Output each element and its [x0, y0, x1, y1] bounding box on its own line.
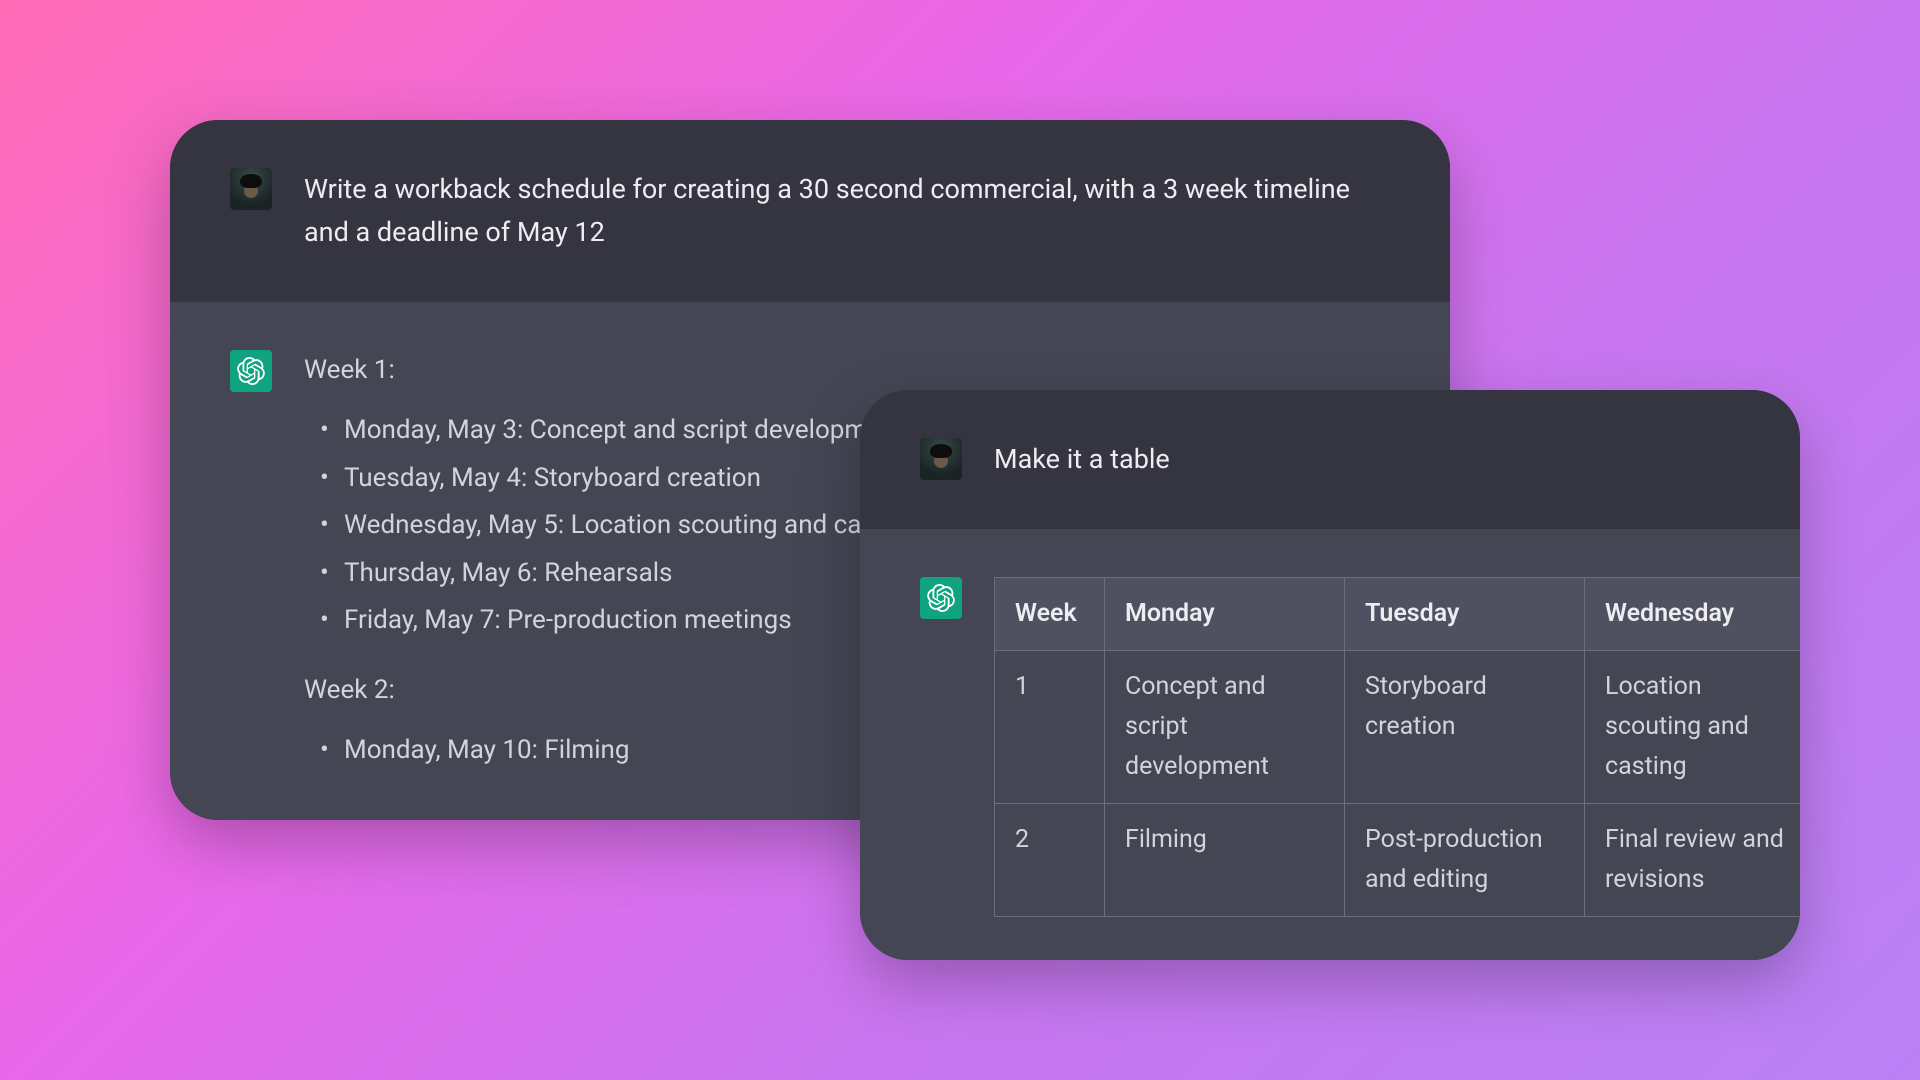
user-message-text: Write a workback schedule for creating a… — [304, 168, 1390, 254]
cell-week: 1 — [995, 651, 1105, 804]
cell-week: 2 — [995, 804, 1105, 917]
table-row: 1 Concept and script development Storybo… — [995, 651, 1801, 804]
user-message-block: Make it a table — [860, 390, 1800, 529]
cell-tuesday: Storyboard creation — [1345, 651, 1585, 804]
cell-wednesday: Final review and revisions — [1585, 804, 1801, 917]
cell-monday: Filming — [1105, 804, 1345, 917]
chat-card-2: Make it a table Week Monday Tuesday Wedn… — [860, 390, 1800, 960]
week-1-title: Week 1: — [304, 350, 1390, 392]
table-header-monday: Monday — [1105, 578, 1345, 651]
user-avatar — [920, 438, 962, 480]
table-header-row: Week Monday Tuesday Wednesday — [995, 578, 1801, 651]
assistant-message-block: Week Monday Tuesday Wednesday 1 Concept … — [860, 529, 1800, 960]
cell-wednesday: Location scouting and casting — [1585, 651, 1801, 804]
assistant-avatar — [920, 577, 962, 619]
cell-tuesday: Post-production and editing — [1345, 804, 1585, 917]
table-header-wednesday: Wednesday — [1585, 578, 1801, 651]
table-row: 2 Filming Post-production and editing Fi… — [995, 804, 1801, 917]
user-avatar — [230, 168, 272, 210]
cell-monday: Concept and script development — [1105, 651, 1345, 804]
schedule-table: Week Monday Tuesday Wednesday 1 Concept … — [994, 577, 1800, 917]
table-header-tuesday: Tuesday — [1345, 578, 1585, 651]
user-message-text: Make it a table — [994, 438, 1740, 481]
assistant-message-text: Week Monday Tuesday Wednesday 1 Concept … — [994, 577, 1740, 917]
user-message-block: Write a workback schedule for creating a… — [170, 120, 1450, 302]
table-header-week: Week — [995, 578, 1105, 651]
openai-logo-icon — [927, 584, 955, 612]
openai-logo-icon — [237, 357, 265, 385]
assistant-avatar — [230, 350, 272, 392]
